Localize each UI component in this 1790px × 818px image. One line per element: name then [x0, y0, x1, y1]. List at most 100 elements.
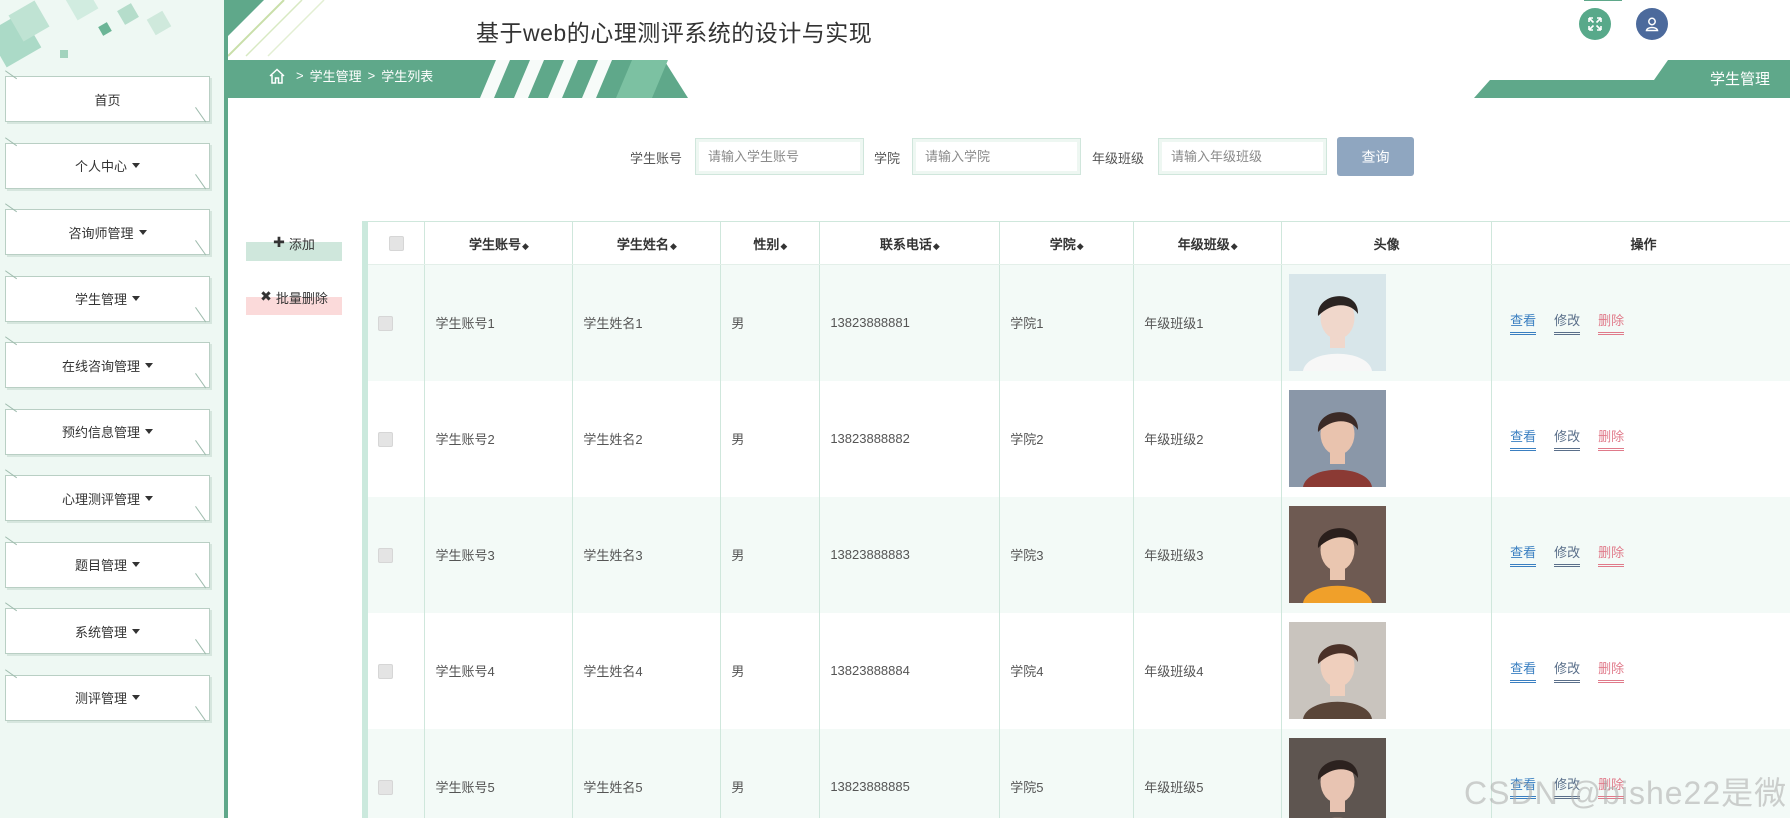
- edit-button[interactable]: 修改: [1554, 426, 1581, 451]
- sidebar-item-appointment-mgmt[interactable]: 预约信息管理: [5, 408, 210, 455]
- view-button[interactable]: 查看: [1510, 310, 1537, 336]
- avatar: [1289, 390, 1387, 487]
- sidebar-item-online-consult-mgmt[interactable]: 在线咨询管理: [5, 342, 210, 388]
- account-search-input[interactable]: [695, 138, 864, 175]
- caret-down-icon: [132, 562, 140, 567]
- row-checkbox[interactable]: [378, 663, 393, 679]
- breadcrumb-item-student-list: 学生列表: [381, 69, 434, 84]
- row-checkbox[interactable]: [378, 779, 393, 795]
- row-select-cell: [368, 496, 426, 613]
- cell-actions: 查看 修改 删除: [1491, 496, 1790, 613]
- watermark: CSDN @bishe22是微: [1464, 775, 1788, 811]
- sidebar-item-personal-center[interactable]: 个人中心: [5, 142, 210, 189]
- row-checkbox[interactable]: [378, 431, 393, 447]
- edit-button[interactable]: 修改: [1554, 542, 1581, 567]
- cell-class: 年级班级4: [1133, 612, 1283, 729]
- column-header-name[interactable]: 学生姓名◆: [572, 221, 722, 265]
- cell-phone: 13823888883: [819, 496, 1001, 613]
- row-checkbox[interactable]: [378, 547, 393, 563]
- breadcrumb-item-student-mgmt[interactable]: 学生管理: [310, 66, 362, 85]
- college-label: 学院: [874, 151, 901, 166]
- caret-down-icon: [132, 628, 140, 634]
- sidebar-item-question-mgmt[interactable]: 题目管理: [5, 541, 210, 588]
- cell-actions: 查看 修改 删除: [1491, 264, 1790, 381]
- column-header-phone[interactable]: 联系电话◆: [819, 221, 1001, 265]
- sidebar-item-counselor-mgmt[interactable]: 咨询师管理: [5, 209, 210, 255]
- sort-icon: ◆: [1076, 240, 1084, 251]
- cell-class: 年级班级2: [1133, 380, 1283, 497]
- caret-down-icon: [145, 495, 153, 501]
- delete-button[interactable]: 删除: [1598, 658, 1625, 683]
- column-header-label: 年级班级: [1177, 236, 1230, 252]
- column-header-label: 学生姓名: [616, 236, 669, 252]
- add-button-label: 添加: [288, 237, 315, 252]
- sidebar-item-label: 题目管理: [74, 558, 127, 573]
- view-button[interactable]: 查看: [1510, 426, 1537, 451]
- fullscreen-button[interactable]: [1579, 8, 1611, 40]
- cell-college: 学院2: [999, 380, 1135, 497]
- edit-button[interactable]: 修改: [1554, 310, 1581, 336]
- column-header-gender[interactable]: 性别◆: [720, 221, 821, 265]
- cell-actions: 查看 修改 删除: [1491, 612, 1790, 729]
- row-checkbox[interactable]: [378, 315, 393, 331]
- column-header-label: 学生账号: [468, 236, 521, 252]
- column-header-label: 头像: [1373, 236, 1400, 252]
- view-button[interactable]: 查看: [1510, 658, 1537, 683]
- breadcrumb: > 学生管理 > 学生列表: [268, 66, 439, 85]
- sidebar-decoration: [0, 0, 172, 68]
- page-tag: 学生管理: [1710, 71, 1771, 88]
- sidebar-item-student-mgmt[interactable]: 学生管理: [5, 275, 210, 322]
- add-button[interactable]: ✚ 添加: [246, 233, 342, 261]
- cell-account: 学生账号2: [424, 380, 574, 497]
- cell-gender: 男: [720, 496, 821, 613]
- cell-gender: 男: [720, 612, 821, 729]
- column-header-class[interactable]: 年级班级◆: [1133, 221, 1283, 265]
- delete-button[interactable]: 删除: [1598, 310, 1625, 336]
- select-all-checkbox[interactable]: [388, 236, 404, 252]
- view-button[interactable]: 查看: [1510, 542, 1537, 567]
- select-all-cell: [368, 221, 426, 265]
- caret-down-icon: [145, 362, 153, 368]
- column-header-label: 性别: [753, 236, 780, 252]
- sort-icon: ◆: [522, 240, 529, 251]
- app-title: 基于web的心理测评系统的设计与实现: [476, 20, 873, 46]
- column-header-college[interactable]: 学院◆: [999, 221, 1135, 265]
- cell-avatar: [1281, 496, 1493, 613]
- column-header-label: 操作: [1630, 236, 1657, 252]
- sidebar-item-label: 学生管理: [74, 292, 127, 307]
- column-header-account[interactable]: 学生账号◆: [424, 221, 574, 265]
- close-icon: ✖: [260, 288, 272, 304]
- class-label: 年级班级: [1092, 151, 1145, 166]
- column-header-label: 学院: [1049, 236, 1076, 252]
- edit-button[interactable]: 修改: [1554, 658, 1581, 683]
- account-label: 学生账号: [630, 151, 683, 166]
- delete-button[interactable]: 删除: [1598, 426, 1625, 451]
- sidebar-item-system-mgmt[interactable]: 系统管理: [5, 608, 210, 654]
- user-menu-button[interactable]: [1636, 8, 1668, 40]
- college-search-input[interactable]: [912, 138, 1081, 175]
- student-table: 学生账号◆ 学生姓名◆ 性别◆ 联系电话◆ 学院◆ 年级班级◆ 头像 操作 学生…: [362, 221, 1790, 818]
- cell-avatar: [1281, 728, 1493, 818]
- sidebar-item-assessment-mgmt[interactable]: 心理测评管理: [5, 475, 210, 521]
- cell-college: 学院4: [999, 612, 1135, 729]
- cell-name: 学生姓名5: [572, 728, 722, 818]
- caret-down-icon: [138, 229, 147, 235]
- delete-button[interactable]: 删除: [1598, 542, 1625, 567]
- sidebar-item-evaluation-mgmt[interactable]: 测评管理: [5, 674, 210, 721]
- cell-account: 学生账号5: [424, 728, 574, 818]
- home-icon[interactable]: [268, 67, 286, 85]
- caret-down-icon: [132, 695, 140, 700]
- cell-avatar: [1281, 380, 1493, 497]
- cell-gender: 男: [720, 728, 821, 818]
- column-header-actions: 操作: [1491, 221, 1790, 265]
- sidebar-item-home[interactable]: 首页: [5, 76, 210, 122]
- caret-down-icon: [132, 296, 140, 301]
- sidebar-menu: 首页 个人中心 咨询师管理 学生管理 在线咨询管理 预约信息管理 心理测评管理 …: [0, 76, 224, 741]
- class-search-input[interactable]: [1158, 138, 1327, 175]
- column-header-avatar: 头像: [1281, 221, 1493, 265]
- batch-delete-button[interactable]: ✖ 批量删除: [246, 287, 342, 315]
- cell-gender: 男: [720, 264, 821, 381]
- cell-name: 学生姓名3: [572, 496, 722, 613]
- cell-account: 学生账号3: [424, 496, 574, 613]
- query-button[interactable]: 查询: [1337, 137, 1414, 176]
